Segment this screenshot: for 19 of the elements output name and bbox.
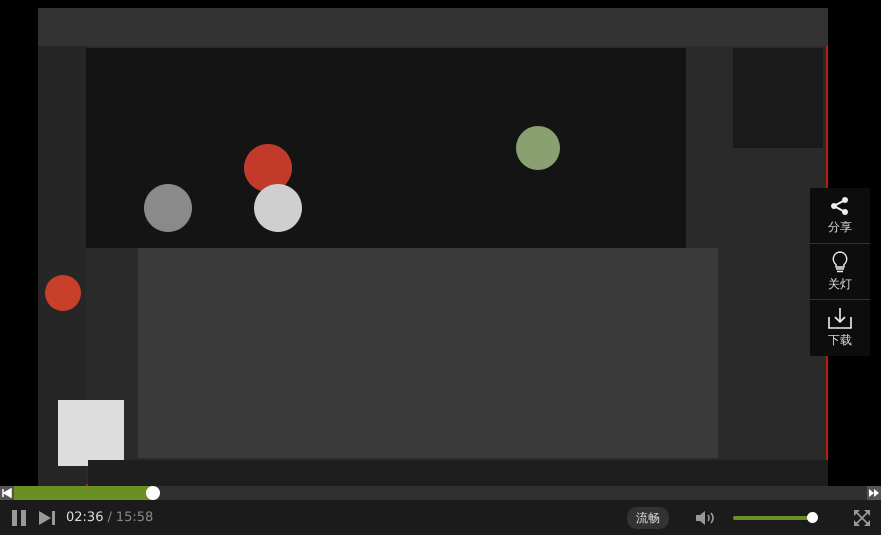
- download-icon: [827, 307, 853, 329]
- progress-handle[interactable]: [146, 486, 160, 500]
- volume-icon[interactable]: [695, 510, 717, 526]
- current-time: 02:36: [66, 508, 104, 527]
- time-separator: /: [107, 508, 112, 527]
- skip-back-button[interactable]: [0, 486, 14, 500]
- share-button[interactable]: 分享: [810, 188, 870, 244]
- share-icon: [830, 196, 850, 216]
- skip-forward-button[interactable]: [867, 486, 881, 500]
- quality-button[interactable]: 流畅: [627, 506, 669, 528]
- volume-handle[interactable]: [807, 512, 818, 522]
- fullscreen-icon[interactable]: [853, 508, 871, 526]
- lights-off-button[interactable]: 关灯: [810, 244, 870, 300]
- progress-bar[interactable]: [14, 486, 867, 500]
- next-button[interactable]: [38, 510, 56, 526]
- light-bulb-icon: [831, 250, 849, 272]
- pause-button[interactable]: [10, 508, 28, 526]
- duration: 15:58: [116, 508, 154, 527]
- download-button[interactable]: 下载: [810, 300, 870, 356]
